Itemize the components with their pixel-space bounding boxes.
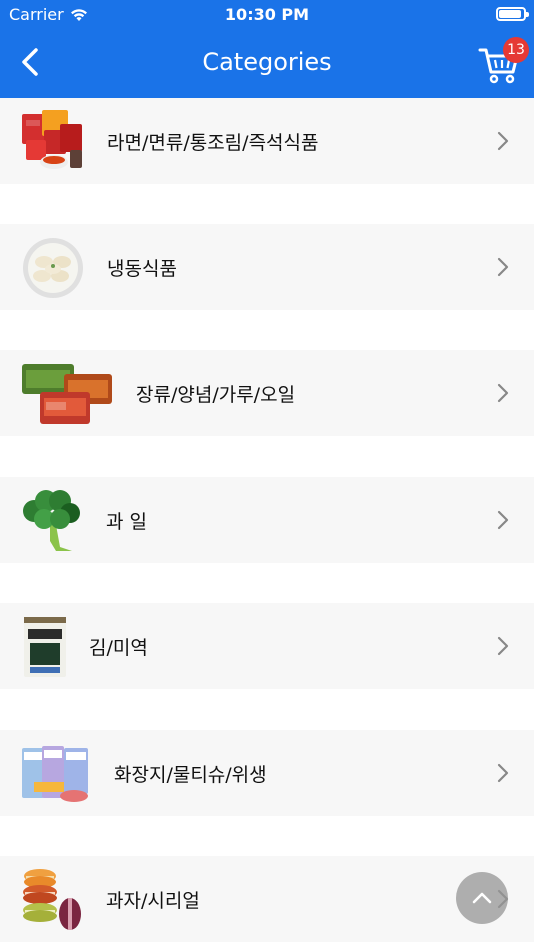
seaweed-pack-image bbox=[20, 615, 70, 679]
broccoli-image bbox=[20, 489, 86, 553]
category-label: 김/미역 bbox=[89, 637, 148, 659]
battery-icon bbox=[496, 7, 529, 21]
status-bar: Carrier 10:30 PM bbox=[0, 0, 534, 30]
category-label: 화장지/물티슈/위생 bbox=[114, 764, 267, 786]
chevron-right-icon bbox=[497, 763, 509, 783]
header: Carrier 10:30 PM Categories bbox=[0, 0, 534, 98]
category-row[interactable]: 과 일 bbox=[0, 477, 534, 563]
dumplings-plate-image bbox=[20, 236, 86, 300]
category-row[interactable]: 화장지/물티슈/위생 bbox=[0, 730, 534, 816]
category-row[interactable]: 냉동식품 bbox=[0, 224, 534, 310]
category-row[interactable]: 과자/시리얼 bbox=[0, 856, 534, 942]
scroll-to-top-button[interactable] bbox=[456, 872, 508, 924]
page-title: Categories bbox=[202, 48, 332, 76]
category-label: 장류/양념/가루/오일 bbox=[136, 384, 296, 406]
category-label: 냉동식품 bbox=[107, 258, 177, 280]
chevron-right-icon bbox=[497, 383, 509, 403]
category-row[interactable]: 김/미역 bbox=[0, 603, 534, 689]
category-label: 과자/시리얼 bbox=[106, 890, 200, 912]
category-row[interactable]: 장류/양념/가루/오일 bbox=[0, 350, 534, 436]
category-label: 라면/면류/통조림/즉석식품 bbox=[107, 132, 319, 154]
chevron-right-icon bbox=[497, 636, 509, 656]
cart-badge: 13 bbox=[503, 37, 529, 63]
category-label: 과 일 bbox=[106, 511, 147, 533]
nav-bar: Categories bbox=[0, 30, 534, 98]
clock: 10:30 PM bbox=[224, 5, 310, 24]
tissue-packs-image bbox=[20, 742, 96, 806]
chevron-up-icon bbox=[472, 892, 492, 904]
chevron-right-icon bbox=[497, 131, 509, 151]
chevron-right-icon bbox=[497, 257, 509, 277]
ramen-products-image bbox=[20, 110, 86, 174]
chevron-right-icon bbox=[497, 510, 509, 530]
paste-containers-image bbox=[20, 362, 116, 426]
category-row[interactable]: 라면/면류/통조림/즉석식품 bbox=[0, 98, 534, 184]
macarons-image bbox=[20, 868, 86, 932]
